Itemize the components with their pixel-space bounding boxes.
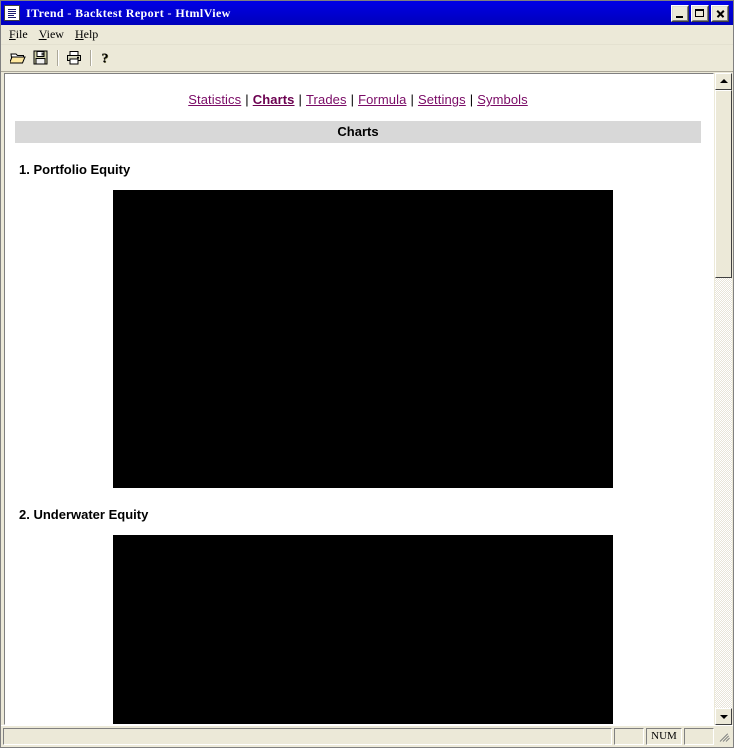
nav-link-charts[interactable]: Charts — [253, 92, 295, 107]
menu-item-help-label: Help — [74, 27, 99, 41]
nav-separator: | — [469, 92, 474, 107]
menu-item-file[interactable]: File — [7, 26, 37, 43]
nav-link-trades[interactable]: Trades — [306, 92, 347, 107]
print-icon[interactable] — [63, 47, 86, 69]
toolbar: ? ? — [1, 45, 733, 72]
application-window: ITrend - Backtest Report - HtmlView File… — [0, 0, 734, 748]
section-title-portfolio-equity: 1. Portfolio Equity — [19, 162, 131, 177]
nav-link-formula[interactable]: Formula — [358, 92, 406, 107]
menu-item-help[interactable]: Help — [73, 26, 107, 43]
nav-separator: | — [350, 92, 355, 107]
window-controls — [671, 4, 731, 22]
nav-separator: | — [298, 92, 302, 107]
scroll-down-icon[interactable] — [715, 708, 732, 725]
maximize-button[interactable] — [691, 4, 709, 22]
status-bar: NUM — [1, 725, 733, 747]
chart-container-underwater-equity — [5, 535, 711, 724]
nav-separator: | — [410, 92, 414, 107]
status-badge-num: NUM — [646, 728, 682, 745]
svg-text:?: ? — [101, 51, 108, 66]
resize-grip-icon[interactable] — [716, 728, 732, 745]
scroll-up-icon[interactable] — [715, 73, 732, 90]
document-icon — [4, 5, 20, 21]
scrollbar-track[interactable] — [715, 90, 732, 708]
scrollbar-thumb[interactable] — [715, 90, 732, 278]
underwater-equity-chart — [113, 535, 613, 724]
status-message — [3, 728, 612, 745]
vertical-scrollbar[interactable] — [715, 73, 732, 725]
close-button[interactable] — [711, 4, 729, 22]
report-nav: Statistics | Charts | Trades | Formula | Setting… — [5, 92, 711, 107]
status-pane-1 — [614, 728, 644, 745]
nav-link-symbols[interactable]: Symbols — [477, 92, 528, 107]
chart-container-portfolio-equity — [5, 190, 711, 488]
nav-link-statistics[interactable]: Statistics — [188, 92, 241, 107]
page-title: Charts — [15, 121, 701, 143]
section-title-underwater-equity: 2. Underwater Equity — [19, 507, 149, 522]
nav-link-settings[interactable]: Settings — [418, 92, 466, 107]
menu-item-view[interactable]: View — [37, 26, 73, 43]
toolbar-separator — [90, 50, 92, 66]
portfolio-equity-chart — [113, 190, 613, 488]
html-document-view: Statistics | Charts | Trades | Formula | Setting… — [4, 73, 714, 725]
help-icon[interactable]: ? ? — [96, 47, 119, 69]
open-icon[interactable] — [7, 47, 30, 69]
title-bar: ITrend - Backtest Report - HtmlView — [1, 1, 733, 25]
minimize-button[interactable] — [671, 4, 689, 22]
menu-item-view-label: View — [38, 27, 64, 41]
toolbar-separator — [57, 50, 59, 66]
status-pane-3 — [684, 728, 714, 745]
menu-item-file-label: File — [9, 27, 28, 41]
client-area: Statistics | Charts | Trades | Formula | Setting… — [1, 72, 733, 725]
window-title: ITrend - Backtest Report - HtmlView — [26, 5, 231, 20]
document-body: Statistics | Charts | Trades | Formula | Setting… — [5, 74, 711, 724]
save-icon[interactable] — [30, 47, 53, 69]
nav-separator: | — [245, 92, 249, 107]
menu-bar: File View Help — [1, 25, 733, 45]
